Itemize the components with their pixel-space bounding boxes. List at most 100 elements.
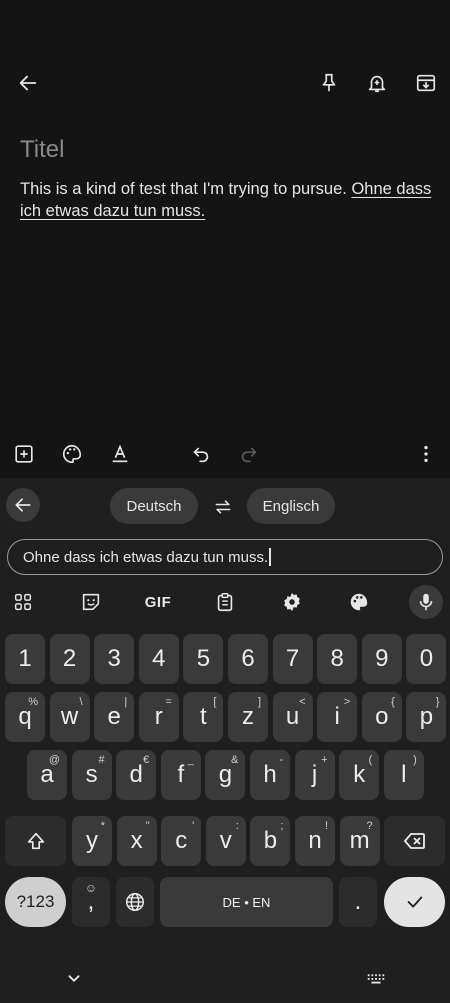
key-e[interactable]: e | [94, 692, 135, 742]
key-v[interactable]: v: [205, 816, 246, 866]
keyboard-switcher-icon[interactable] [358, 960, 394, 996]
globe-icon [126, 893, 144, 911]
key-hint: ! [324, 820, 328, 832]
key-hint: | [124, 696, 128, 708]
key-label: x [130, 827, 143, 854]
period-key[interactable]: . [339, 877, 377, 927]
back-arrow-icon[interactable] [10, 65, 46, 101]
key-hint: [ [213, 696, 217, 708]
key-label: b [263, 827, 278, 854]
microphone-icon[interactable] [409, 585, 443, 619]
reminder-bell-icon[interactable] [359, 65, 395, 101]
key-label: 3 [107, 645, 121, 672]
key-label: u [285, 703, 300, 730]
enter-key[interactable] [384, 877, 445, 927]
note-title-field[interactable]: Titel [20, 136, 64, 164]
key-hint: \ [79, 696, 83, 708]
key-s[interactable]: s # [71, 750, 112, 800]
key-2[interactable]: 2 [49, 634, 90, 684]
key-5[interactable]: 5 [183, 634, 224, 684]
more-options-icon[interactable] [408, 436, 444, 472]
key-w[interactable]: w \ [49, 692, 90, 742]
source-language-button[interactable]: Deutsch [110, 488, 198, 524]
theme-palette-icon[interactable] [342, 585, 376, 619]
key-0[interactable]: 0 [406, 634, 447, 684]
archive-icon[interactable] [408, 65, 444, 101]
key-o[interactable]: o{ [361, 692, 402, 742]
key-label: 9 [375, 645, 389, 672]
key-d[interactable]: d € [116, 750, 157, 800]
key-3[interactable]: 3 [94, 634, 135, 684]
key-r[interactable]: r = [138, 692, 179, 742]
key-z[interactable]: z] [228, 692, 268, 742]
key-label: f [177, 761, 185, 788]
key-n[interactable]: n! [295, 816, 335, 866]
key-l[interactable]: l) [383, 750, 424, 800]
key-j[interactable]: j + [294, 750, 335, 800]
emoji-comma-key[interactable]: ☺, [72, 877, 110, 927]
target-language-button[interactable]: Englisch [247, 488, 335, 524]
key-7[interactable]: 7 [272, 634, 313, 684]
key-label: 2 [62, 645, 77, 672]
key-hint: ] [257, 696, 261, 708]
pin-icon[interactable] [311, 65, 347, 101]
key-label: k [353, 761, 366, 788]
key-label: r [154, 703, 163, 730]
key-p[interactable]: p} [406, 692, 447, 742]
key-hint: * [100, 820, 105, 832]
swap-languages-icon[interactable] [210, 494, 236, 520]
settings-gear-icon[interactable] [275, 585, 309, 619]
space-key[interactable]: DE • EN [160, 877, 333, 927]
key-hint: # [98, 754, 105, 766]
key-y[interactable]: y * [72, 816, 112, 866]
key-q[interactable]: q% [5, 692, 45, 742]
apps-grid-icon[interactable] [6, 585, 40, 619]
emoji-icon: ☺ [84, 881, 98, 895]
key-a[interactable]: a @ [27, 750, 67, 800]
key-t[interactable]: t[ [183, 692, 224, 742]
backspace-key[interactable] [384, 816, 445, 866]
text-format-icon[interactable] [102, 436, 138, 472]
key-hint: ; [280, 820, 284, 832]
key-label: 6 [241, 645, 255, 672]
shift-key[interactable] [5, 816, 66, 866]
key-8[interactable]: 8 [317, 634, 358, 684]
key-1[interactable]: 1 [5, 634, 45, 684]
key-hint: _ [187, 754, 194, 766]
key-9[interactable]: 9 [361, 634, 402, 684]
symbols-key[interactable]: ?123 [5, 877, 66, 927]
key-label: e [107, 703, 121, 730]
key-g[interactable]: g & [205, 750, 246, 800]
key-label: . [354, 888, 362, 915]
clipboard-icon[interactable] [208, 585, 242, 619]
key-hint: { [391, 696, 395, 708]
translate-input-text: Ohne dass ich etwas dazu tun muss. [23, 548, 269, 566]
key-c[interactable]: c ' [161, 816, 202, 866]
key-6[interactable]: 6 [228, 634, 268, 684]
keyboard-toolbar: GIF [0, 585, 450, 621]
key-b[interactable]: b; [250, 816, 291, 866]
app-top-bar [0, 60, 450, 106]
note-body-field[interactable]: This is a kind of test that I'm trying t… [20, 178, 434, 222]
key-h[interactable]: h- [250, 750, 290, 800]
key-label: 5 [196, 645, 211, 672]
key-m[interactable]: m? [339, 816, 380, 866]
key-hint: < [299, 696, 306, 708]
key-4[interactable]: 4 [138, 634, 179, 684]
key-f[interactable]: f _ [160, 750, 201, 800]
translate-input[interactable]: Ohne dass ich etwas dazu tun muss. [7, 539, 443, 575]
key-k[interactable]: k( [339, 750, 380, 800]
checkmark-icon [407, 896, 422, 908]
add-box-icon[interactable] [6, 436, 42, 472]
gif-button[interactable]: GIF [140, 585, 176, 619]
key-u[interactable]: u < [272, 692, 313, 742]
key-i[interactable]: i > [317, 692, 358, 742]
palette-icon[interactable] [54, 436, 90, 472]
hide-keyboard-chevron-icon[interactable] [56, 960, 92, 996]
key-x[interactable]: x " [116, 816, 157, 866]
undo-icon[interactable] [183, 436, 219, 472]
translate-back-button[interactable] [6, 488, 40, 522]
sticker-icon[interactable] [74, 585, 108, 619]
language-globe-key[interactable] [116, 877, 154, 927]
editor-toolbar [0, 436, 450, 472]
